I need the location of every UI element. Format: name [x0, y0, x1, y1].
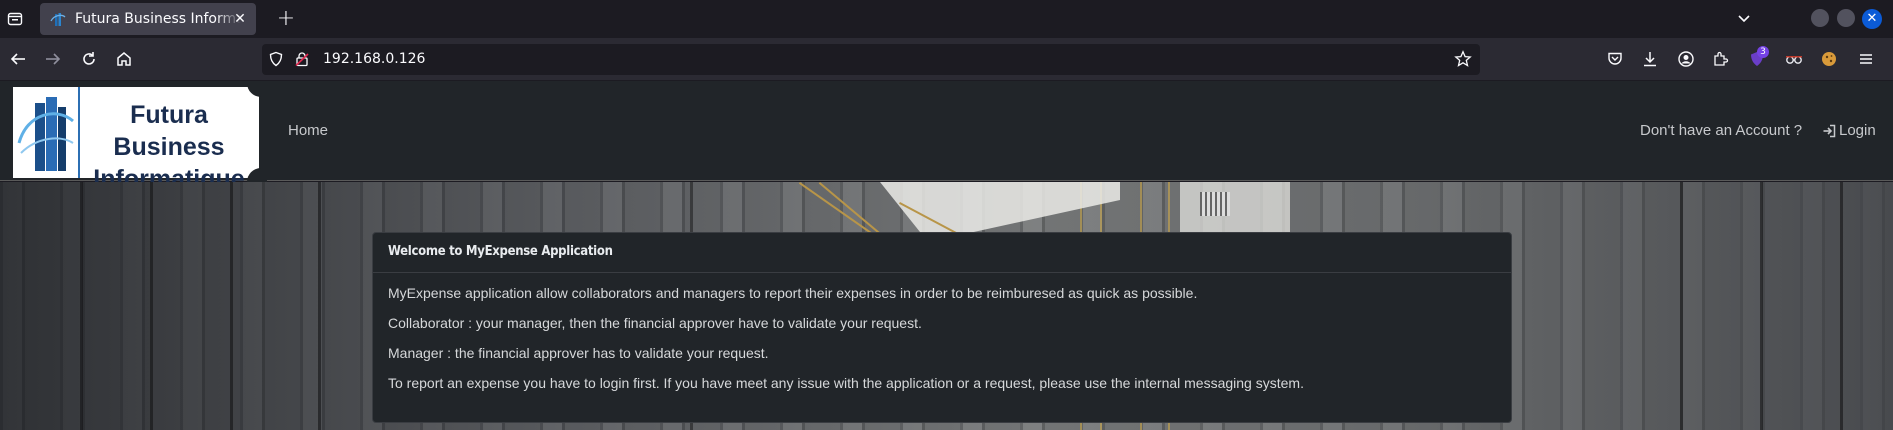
browser-tab[interactable]: Futura Business Informatique ✕	[40, 3, 256, 35]
navigation-toolbar: 192.168.0.126 3	[0, 38, 1893, 80]
home-icon[interactable]	[113, 48, 135, 70]
company-name: Futura Business Informatique	[93, 101, 245, 193]
download-icon[interactable]	[1639, 48, 1661, 70]
bookmark-star-icon[interactable]	[1452, 48, 1474, 70]
cookie-extension-icon[interactable]	[1818, 48, 1840, 70]
glasses-extension-icon[interactable]	[1783, 48, 1805, 70]
maximize-window-icon[interactable]	[1837, 9, 1855, 27]
card-paragraph: MyExpense application allow collaborator…	[388, 285, 1198, 301]
card-title: Welcome to MyExpense Application	[373, 233, 1511, 273]
tab-list-icon[interactable]	[1, 5, 29, 33]
back-icon[interactable]	[7, 48, 29, 70]
extension-badge: 3	[1757, 46, 1769, 58]
site-header: Futura Business Informatique Home Don't …	[0, 81, 1893, 193]
signup-link[interactable]: Don't have an Account ?	[1640, 122, 1802, 139]
card-paragraph: Manager : the financial approver has to …	[388, 345, 769, 361]
list-all-tabs-chevron-icon[interactable]	[1732, 7, 1756, 31]
new-tab-icon[interactable]: +	[272, 5, 300, 33]
reload-icon[interactable]	[78, 48, 100, 70]
tab-title: Futura Business Informatique	[75, 11, 241, 27]
url-text[interactable]: 192.168.0.126	[323, 51, 425, 67]
card-body: MyExpense application allow collaborator…	[373, 273, 1511, 405]
nav-home-link[interactable]: Home	[288, 122, 328, 139]
tab-close-icon[interactable]: ✕	[232, 11, 248, 27]
close-window-icon[interactable]: ✕	[1862, 9, 1882, 29]
site-favicon-icon	[50, 11, 66, 27]
tab-strip: Futura Business Informatique ✕ + ✕	[0, 0, 1893, 38]
pocket-icon[interactable]	[1604, 48, 1626, 70]
extensions-icon[interactable]	[1710, 48, 1732, 70]
shield-icon[interactable]	[265, 48, 287, 70]
address-bar[interactable]: 192.168.0.126	[262, 44, 1480, 75]
card-paragraph: To report an expense you have to login f…	[388, 375, 1304, 391]
forward-icon[interactable]	[42, 48, 64, 70]
login-label: Login	[1839, 122, 1876, 139]
welcome-card: Welcome to MyExpense Application MyExpen…	[372, 232, 1512, 423]
lock-icon[interactable]	[291, 48, 313, 70]
menu-icon[interactable]	[1855, 48, 1877, 70]
account-icon[interactable]	[1675, 48, 1697, 70]
login-link[interactable]: Login	[1822, 122, 1876, 139]
login-icon	[1822, 124, 1836, 138]
company-logo[interactable]: Futura Business Informatique	[13, 81, 267, 193]
building-logo-icon	[17, 93, 75, 173]
minimize-window-icon[interactable]	[1811, 9, 1829, 27]
card-paragraph: Collaborator : your manager, then the fi…	[388, 315, 922, 331]
